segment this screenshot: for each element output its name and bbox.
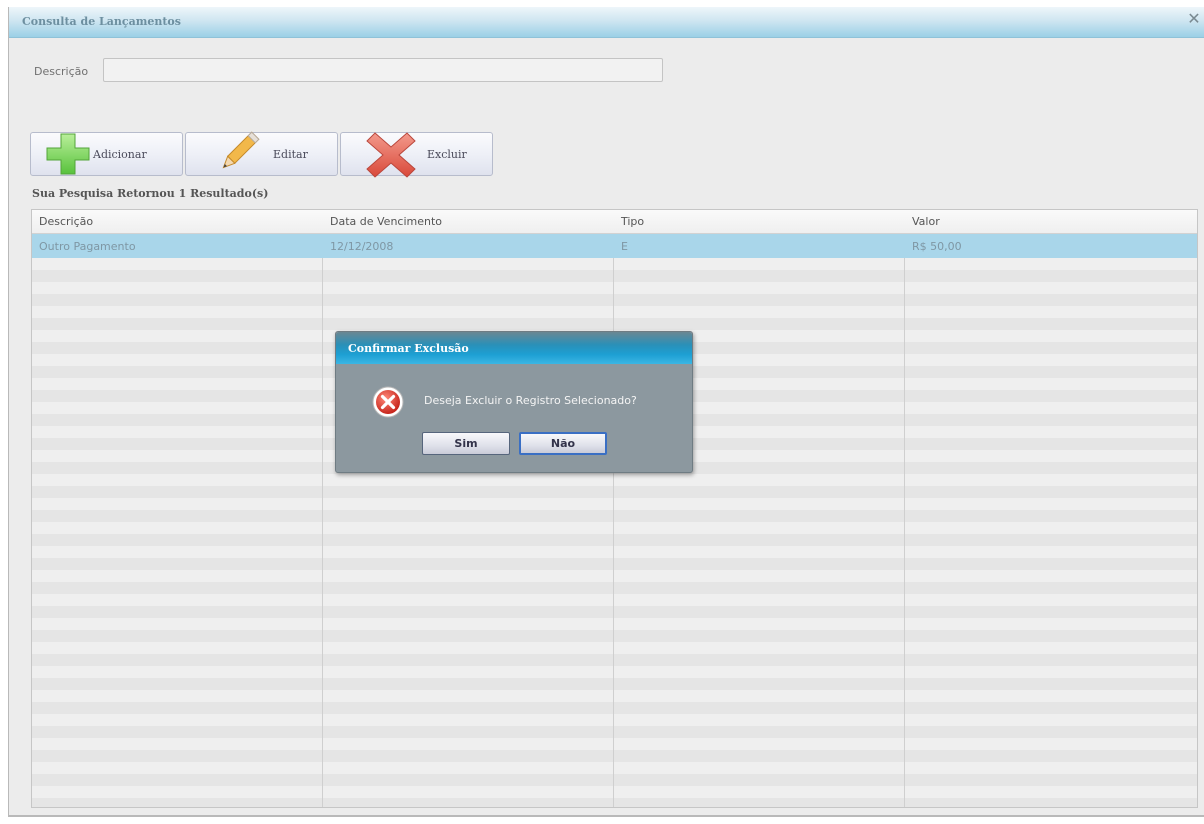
results-grid: Descrição Data de Vencimento Tipo Valor … bbox=[31, 209, 1198, 808]
dialog-title: Confirmar Exclusão bbox=[348, 342, 469, 355]
cell-vencimento: 12/12/2008 bbox=[330, 240, 394, 253]
add-button[interactable]: Adicionar bbox=[30, 132, 183, 176]
delete-button-label: Excluir bbox=[427, 148, 467, 161]
edit-button-label: Editar bbox=[273, 148, 308, 161]
column-header-data-vencimento[interactable]: Data de Vencimento bbox=[330, 215, 442, 228]
close-icon[interactable]: ✕ bbox=[1186, 11, 1202, 27]
plus-icon bbox=[46, 133, 90, 175]
window-titlebar: Consulta de Lançamentos ✕ bbox=[9, 7, 1204, 38]
grid-column-divider bbox=[904, 210, 905, 807]
cell-descricao: Outro Pagamento bbox=[39, 240, 136, 253]
error-icon bbox=[372, 386, 404, 418]
grid-column-divider bbox=[322, 210, 323, 807]
cell-valor: R$ 50,00 bbox=[912, 240, 962, 253]
confirm-delete-dialog: Confirmar Exclusão Deseja Excluir o Regi… bbox=[335, 331, 693, 473]
yes-button[interactable]: Sim bbox=[422, 432, 510, 455]
grid-column-divider bbox=[613, 210, 614, 807]
column-header-valor[interactable]: Valor bbox=[912, 215, 940, 228]
window-title: Consulta de Lançamentos bbox=[22, 15, 181, 28]
column-header-descricao[interactable]: Descrição bbox=[39, 215, 93, 228]
search-label: Descrição bbox=[34, 65, 89, 78]
dialog-message: Deseja Excluir o Registro Selecionado? bbox=[424, 394, 637, 407]
column-header-tipo[interactable]: Tipo bbox=[621, 215, 644, 228]
grid-header: Descrição Data de Vencimento Tipo Valor bbox=[32, 210, 1197, 234]
descricao-search-input[interactable] bbox=[103, 58, 663, 82]
delete-x-icon bbox=[366, 132, 416, 178]
cell-tipo: E bbox=[621, 240, 628, 253]
delete-button[interactable]: Excluir bbox=[340, 132, 493, 178]
dialog-titlebar[interactable]: Confirmar Exclusão bbox=[336, 332, 692, 364]
add-button-label: Adicionar bbox=[93, 148, 147, 161]
pencil-icon bbox=[222, 131, 260, 169]
results-summary: Sua Pesquisa Retornou 1 Resultado(s) bbox=[32, 187, 269, 200]
table-row[interactable]: Outro Pagamento 12/12/2008 E R$ 50,00 bbox=[32, 234, 1197, 258]
no-button[interactable]: Não bbox=[519, 432, 607, 455]
edit-button[interactable]: Editar bbox=[185, 131, 338, 176]
